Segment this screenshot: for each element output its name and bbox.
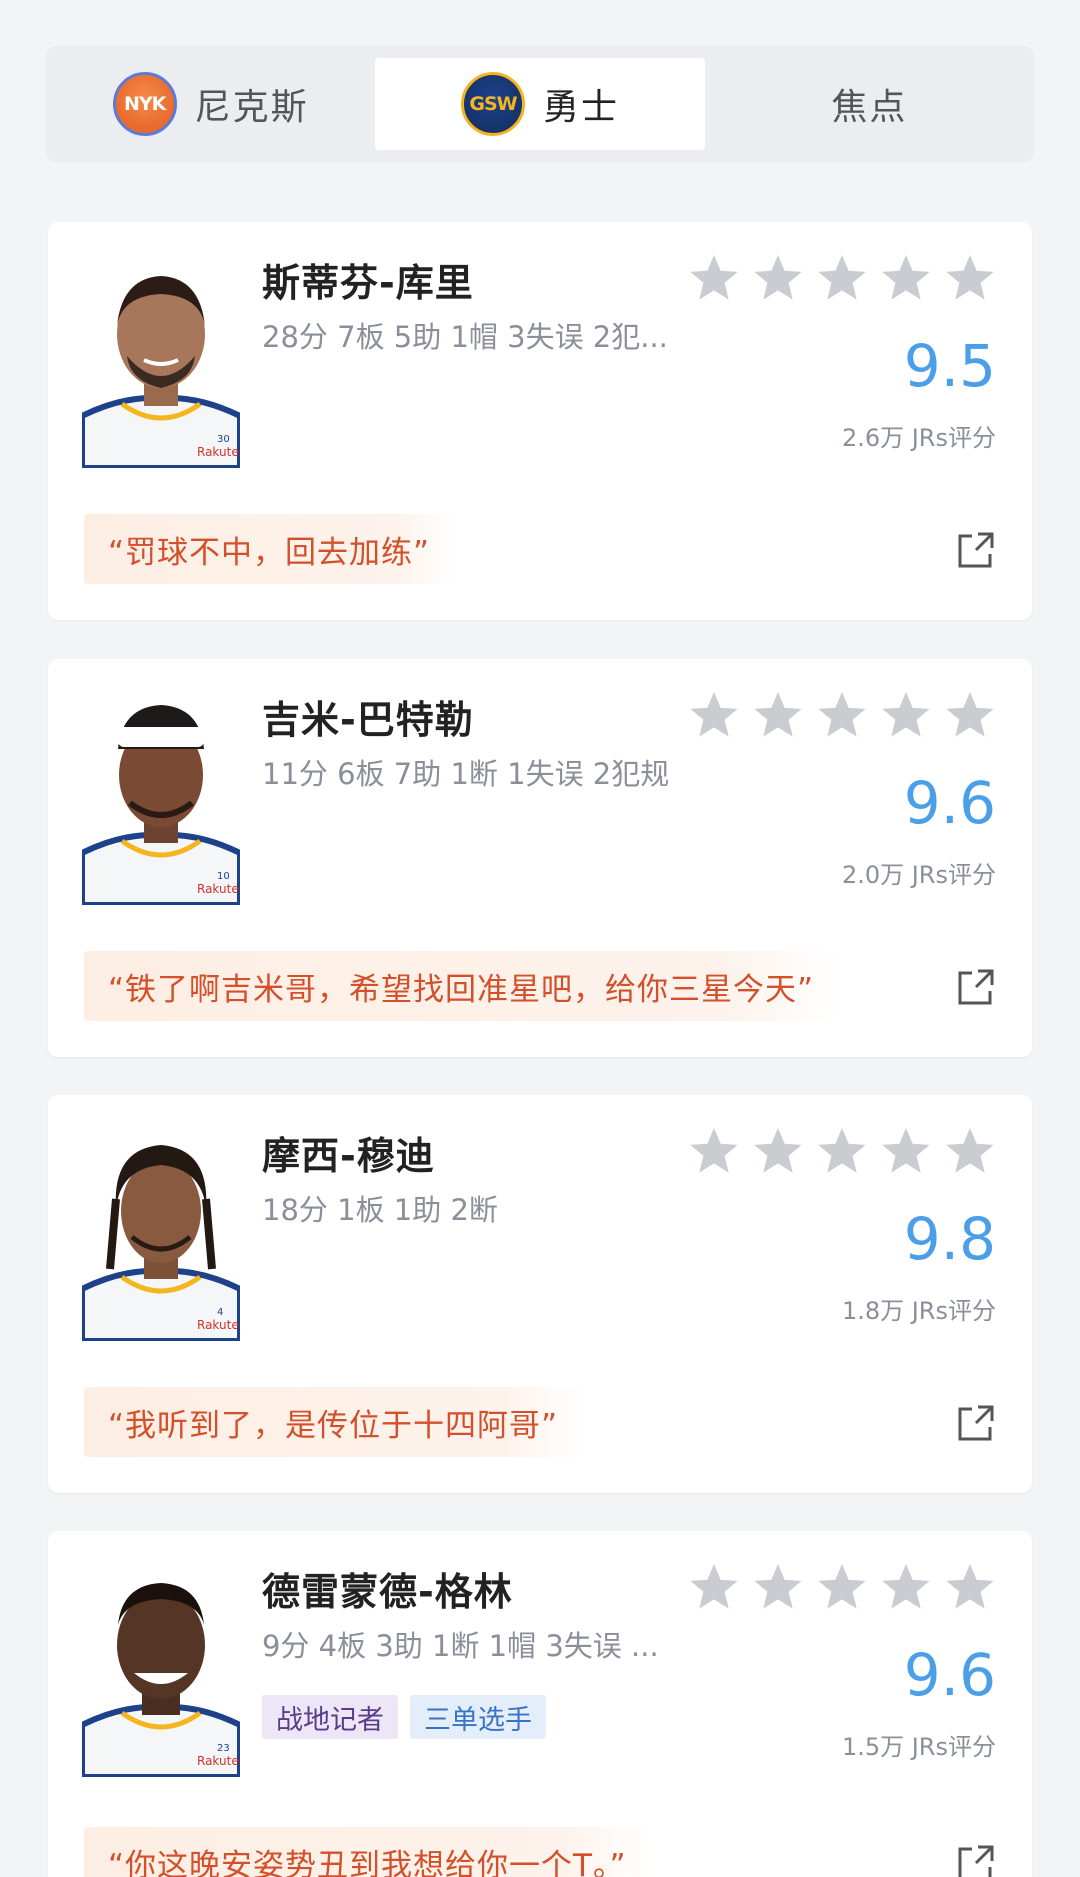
top-comment[interactable]: “罚球不中，回去加练”	[84, 514, 455, 584]
player-score: 9.5	[903, 332, 996, 400]
tab-label: 尼克斯	[194, 87, 309, 128]
star-icon[interactable]	[944, 1125, 996, 1177]
sponsor-logo: Rakuten	[197, 445, 240, 459]
player-avatar: Rakuten 23	[82, 1565, 240, 1777]
star-icon[interactable]	[880, 1561, 932, 1613]
rating-stars[interactable]	[688, 1561, 996, 1613]
star-icon[interactable]	[688, 252, 740, 304]
vote-count: 1.5万 JRs评分	[841, 1733, 996, 1761]
player-name[interactable]: 摩西-穆迪	[262, 1125, 435, 1180]
player-card[interactable]: Rakuten 4 摩西-穆迪 18分 1板 1助 2断 9.8 1.8万 JR…	[48, 1095, 1032, 1493]
share-icon[interactable]	[956, 967, 996, 1007]
tab-label: 焦点	[831, 87, 908, 128]
player-tags: 战地记者 三单选手	[262, 1695, 546, 1739]
player-score: 9.6	[903, 1641, 996, 1709]
player-score: 9.6	[903, 769, 996, 837]
player-avatar: Rakuten 30	[82, 256, 240, 468]
jersey-number: 23	[217, 1743, 230, 1754]
star-icon[interactable]	[880, 1125, 932, 1177]
top-comment[interactable]: “我听到了，是传位于十四阿哥”	[84, 1387, 583, 1457]
vote-count: 2.0万 JRs评分	[841, 861, 996, 889]
vote-count: 2.6万 JRs评分	[841, 424, 996, 452]
top-comment[interactable]: “铁了啊吉米哥，希望找回准星吧，给你三星今天”	[84, 951, 839, 1021]
share-icon[interactable]	[956, 530, 996, 570]
star-icon[interactable]	[816, 689, 868, 741]
player-card[interactable]: Rakuten 23 德雷蒙德-格林 9分 4板 3助 1断 1帽 3失误 ..…	[48, 1531, 1032, 1877]
star-icon[interactable]	[880, 252, 932, 304]
tag-badge[interactable]: 战地记者	[262, 1695, 398, 1739]
jersey-number: 10	[217, 871, 230, 882]
player-stats: 28分 7板 5助 1帽 3失误 2犯...	[262, 320, 668, 354]
page: NYK 尼克斯 GSW 勇士 焦点 Rakuten 30 斯蒂芬-库里 28分 …	[0, 0, 1080, 1877]
share-icon[interactable]	[956, 1843, 996, 1877]
star-icon[interactable]	[944, 252, 996, 304]
player-avatar: Rakuten 10	[82, 693, 240, 905]
rating-stars[interactable]	[688, 1125, 996, 1177]
knicks-logo-icon: NYK	[112, 72, 177, 136]
team-tab-bar: NYK 尼克斯 GSW 勇士 焦点	[46, 46, 1034, 162]
jersey-number: 30	[217, 434, 230, 445]
player-stats: 18分 1板 1助 2断	[262, 1193, 498, 1227]
share-icon[interactable]	[956, 1403, 996, 1443]
star-icon[interactable]	[944, 689, 996, 741]
star-icon[interactable]	[816, 1561, 868, 1613]
sponsor-logo: Rakuten	[197, 882, 240, 896]
player-name[interactable]: 吉米-巴特勒	[262, 689, 474, 744]
star-icon[interactable]	[880, 689, 932, 741]
tab-label: 勇士	[542, 87, 619, 128]
player-name[interactable]: 德雷蒙德-格林	[262, 1561, 513, 1616]
player-avatar: Rakuten 4	[82, 1129, 240, 1341]
star-icon[interactable]	[752, 252, 804, 304]
star-icon[interactable]	[752, 1561, 804, 1613]
tag-badge[interactable]: 三单选手	[410, 1695, 546, 1739]
star-icon[interactable]	[752, 689, 804, 741]
warriors-logo-icon: GSW	[460, 72, 525, 136]
star-icon[interactable]	[816, 1125, 868, 1177]
jersey-number: 4	[217, 1307, 223, 1318]
player-score: 9.8	[903, 1205, 996, 1273]
tab-knicks[interactable]: NYK 尼克斯	[46, 46, 375, 162]
star-icon[interactable]	[688, 1561, 740, 1613]
star-icon[interactable]	[688, 1125, 740, 1177]
tab-focus[interactable]: 焦点	[705, 46, 1034, 162]
player-card[interactable]: Rakuten 30 斯蒂芬-库里 28分 7板 5助 1帽 3失误 2犯...…	[48, 222, 1032, 620]
star-icon[interactable]	[752, 1125, 804, 1177]
sponsor-logo: Rakuten	[197, 1754, 240, 1768]
top-comment[interactable]: “你这晚安姿势丑到我想给你一个T。”	[84, 1827, 651, 1877]
rating-stars[interactable]	[688, 689, 996, 741]
rating-stars[interactable]	[688, 252, 996, 304]
star-icon[interactable]	[688, 689, 740, 741]
player-card[interactable]: Rakuten 10 吉米-巴特勒 11分 6板 7助 1断 1失误 2犯规 9…	[48, 659, 1032, 1057]
player-stats: 11分 6板 7助 1断 1失误 2犯规	[262, 757, 670, 791]
star-icon[interactable]	[944, 1561, 996, 1613]
star-icon[interactable]	[816, 252, 868, 304]
tab-warriors[interactable]: GSW 勇士	[375, 58, 705, 150]
sponsor-logo: Rakuten	[197, 1318, 240, 1332]
player-name[interactable]: 斯蒂芬-库里	[262, 252, 474, 307]
player-stats: 9分 4板 3助 1断 1帽 3失误 ...	[262, 1629, 659, 1663]
vote-count: 1.8万 JRs评分	[841, 1297, 996, 1325]
